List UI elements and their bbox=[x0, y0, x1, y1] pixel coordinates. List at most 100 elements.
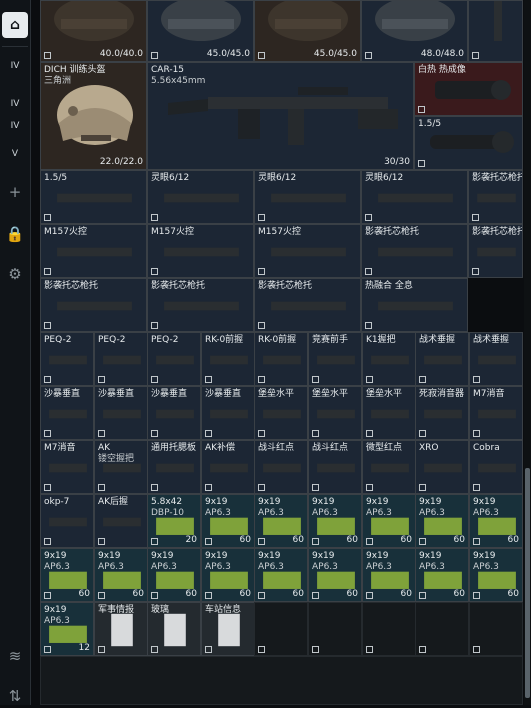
item-stock-top[interactable] bbox=[468, 0, 523, 62]
item-attachment[interactable]: AK补偿 bbox=[201, 440, 255, 494]
item-ammo[interactable]: 9x19 AP6.3 60 bbox=[201, 494, 255, 548]
item-document[interactable]: 车站信息 bbox=[201, 602, 255, 656]
item-helmet-1[interactable]: 40.0/40.0 bbox=[40, 0, 147, 62]
item-attachment[interactable]: 影袭托芯枪托 bbox=[468, 170, 523, 224]
item-ammo[interactable]: 9x19 AP6.3 60 bbox=[201, 548, 255, 602]
item-attachment[interactable]: 微型红点 bbox=[362, 440, 416, 494]
item-sub: AP6.3 bbox=[366, 508, 392, 518]
item-ammo[interactable]: 9x19 AP6.3 60 bbox=[415, 494, 469, 548]
item-ammo[interactable]: 9x19 AP6.3 60 bbox=[362, 494, 416, 548]
item-attachment[interactable]: 影袭托芯枪托 bbox=[361, 224, 468, 278]
item-ammo[interactable]: 9x19 AP6.3 60 bbox=[254, 548, 308, 602]
lock-icon bbox=[151, 268, 158, 275]
item-ammo[interactable]: 9x19 AP6.3 60 bbox=[308, 494, 362, 548]
plus-icon[interactable]: + bbox=[3, 180, 27, 204]
item-helmet-3[interactable]: 45.0/45.0 bbox=[254, 0, 361, 62]
item-attachment[interactable]: 沙暴垂直 bbox=[94, 386, 148, 440]
empty-slot[interactable] bbox=[415, 602, 469, 656]
gear-icon[interactable]: ⚙ bbox=[3, 262, 27, 286]
scrollbar[interactable] bbox=[524, 0, 531, 705]
item-ammo[interactable]: 9x19 AP6.3 60 bbox=[415, 548, 469, 602]
item-ammo[interactable]: 9x19 AP6.3 60 bbox=[94, 548, 148, 602]
item-ammo[interactable]: 9x19 AP6.3 60 bbox=[469, 548, 523, 602]
item-attachment[interactable]: 战术垂握 bbox=[469, 332, 523, 386]
tab-3-tv-icon[interactable]: IV bbox=[2, 116, 28, 136]
item-sub: AP6.3 bbox=[258, 508, 284, 518]
lock-icon[interactable]: 🔒 bbox=[3, 222, 27, 246]
home-icon[interactable]: ⌂ bbox=[2, 12, 28, 38]
item-helmet-4[interactable]: 48.0/48.0 bbox=[361, 0, 468, 62]
item-attachment[interactable]: K1握把 bbox=[362, 332, 416, 386]
item-attachment[interactable]: 热融合 全息 bbox=[361, 278, 468, 332]
item-attachment[interactable]: 1.5/5 bbox=[40, 170, 147, 224]
item-attachment[interactable]: 战斗红点 bbox=[308, 440, 362, 494]
item-attachment[interactable]: 通用托腮板 bbox=[147, 440, 201, 494]
item-car15[interactable]: CAR-15 5.56x45mm 30/30 bbox=[147, 62, 414, 170]
item-ammo[interactable]: 9x19 AP6.3 60 bbox=[147, 548, 201, 602]
item-ammo[interactable]: 9x19 AP6.3 12 bbox=[40, 602, 94, 656]
item-attachment[interactable]: XRO bbox=[415, 440, 469, 494]
item-attachment[interactable]: M157火控 bbox=[254, 224, 361, 278]
item-attachment[interactable]: M157火控 bbox=[40, 224, 147, 278]
item-attachment[interactable]: 战术垂握 bbox=[415, 332, 469, 386]
item-attachment[interactable]: 沙暴垂直 bbox=[147, 386, 201, 440]
item-attachment[interactable]: 影袭托芯枪托 bbox=[468, 224, 523, 278]
item-attachment[interactable]: PEQ-2 bbox=[94, 332, 148, 386]
item-attachment[interactable]: AK 镂空握把 bbox=[94, 440, 148, 494]
item-attachment[interactable]: M157火控 bbox=[147, 224, 254, 278]
lock-icon bbox=[151, 214, 158, 221]
empty-slot[interactable] bbox=[308, 602, 362, 656]
item-name: 影袭托芯枪托 bbox=[472, 173, 523, 183]
item-attachment[interactable]: 战斗红点 bbox=[254, 440, 308, 494]
empty-slot[interactable] bbox=[469, 602, 523, 656]
item-attachment[interactable]: PEQ-2 bbox=[147, 332, 201, 386]
item-attachment[interactable]: 沙暴垂直 bbox=[40, 386, 94, 440]
item-name: 影袭托芯枪托 bbox=[151, 281, 206, 291]
item-thermal-scope[interactable]: 白热 热成像 bbox=[414, 62, 523, 116]
item-attachment[interactable]: 影袭托芯枪托 bbox=[147, 278, 254, 332]
item-document[interactable]: 玻璃 bbox=[147, 602, 201, 656]
item-count: 60 bbox=[292, 589, 304, 599]
item-name: 9x19 bbox=[366, 497, 389, 507]
item-dich-helmet[interactable]: DICH 训练头盔 三角洲 22.0/22.0 bbox=[40, 62, 147, 170]
item-attachment[interactable]: 沙暴垂直 bbox=[201, 386, 255, 440]
item-attachment[interactable]: 堡垒水平 bbox=[308, 386, 362, 440]
item-attachment[interactable]: 死寂消音器 bbox=[415, 386, 469, 440]
item-attachment[interactable]: 堡垒水平 bbox=[362, 386, 416, 440]
item-attachment[interactable]: Cobra bbox=[469, 440, 523, 494]
item-attachment[interactable]: M7消音 bbox=[469, 386, 523, 440]
item-scope-15[interactable]: 1.5/5 bbox=[414, 116, 523, 170]
layers-icon[interactable]: ≋ bbox=[3, 644, 27, 668]
empty-slot[interactable] bbox=[254, 602, 308, 656]
item-ammo[interactable]: 5.8x42 DBP-10 20 bbox=[147, 494, 201, 548]
item-attachment[interactable]: 灵眼6/12 bbox=[361, 170, 468, 224]
item-attachment[interactable]: 影袭托芯枪托 bbox=[254, 278, 361, 332]
item-ammo[interactable]: 9x19 AP6.3 60 bbox=[308, 548, 362, 602]
item-ammo[interactable]: 9x19 AP6.3 60 bbox=[254, 494, 308, 548]
item-attachment[interactable]: RK-0前握 bbox=[254, 332, 308, 386]
item-attachment[interactable]: 竞赛前手 bbox=[308, 332, 362, 386]
tab-1-tv-icon[interactable]: IV bbox=[2, 56, 28, 76]
item-attachment[interactable]: RK-0前握 bbox=[201, 332, 255, 386]
item-attachment[interactable]: 灵眼6/12 bbox=[147, 170, 254, 224]
item-attachment[interactable]: PEQ-2 bbox=[40, 332, 94, 386]
tab-4-tv-icon[interactable]: V bbox=[2, 144, 28, 164]
item-attachment[interactable]: 灵眼6/12 bbox=[254, 170, 361, 224]
item-name: AK后握 bbox=[98, 497, 129, 507]
item-attachment[interactable]: okp-7 bbox=[40, 494, 94, 548]
item-sub: AP6.3 bbox=[205, 562, 231, 572]
sort-icon[interactable]: ⇅ bbox=[3, 684, 27, 708]
empty-slot[interactable] bbox=[362, 602, 416, 656]
item-ammo[interactable]: 9x19 AP6.3 60 bbox=[469, 494, 523, 548]
item-attachment[interactable]: 影袭托芯枪托 bbox=[40, 278, 147, 332]
item-attachment[interactable]: M7消音 bbox=[40, 440, 94, 494]
tab-2-tv-icon[interactable]: IV bbox=[2, 94, 28, 114]
item-attachment[interactable]: AK后握 bbox=[94, 494, 148, 548]
item-document[interactable]: 军事情报 bbox=[94, 602, 148, 656]
item-attachment[interactable]: 堡垒水平 bbox=[254, 386, 308, 440]
item-ammo[interactable]: 9x19 AP6.3 60 bbox=[362, 548, 416, 602]
item-helmet-2[interactable]: 45.0/45.0 bbox=[147, 0, 254, 62]
scrollbar-thumb[interactable] bbox=[525, 468, 530, 698]
lock-icon bbox=[365, 322, 372, 329]
item-ammo[interactable]: 9x19 AP6.3 60 bbox=[40, 548, 94, 602]
